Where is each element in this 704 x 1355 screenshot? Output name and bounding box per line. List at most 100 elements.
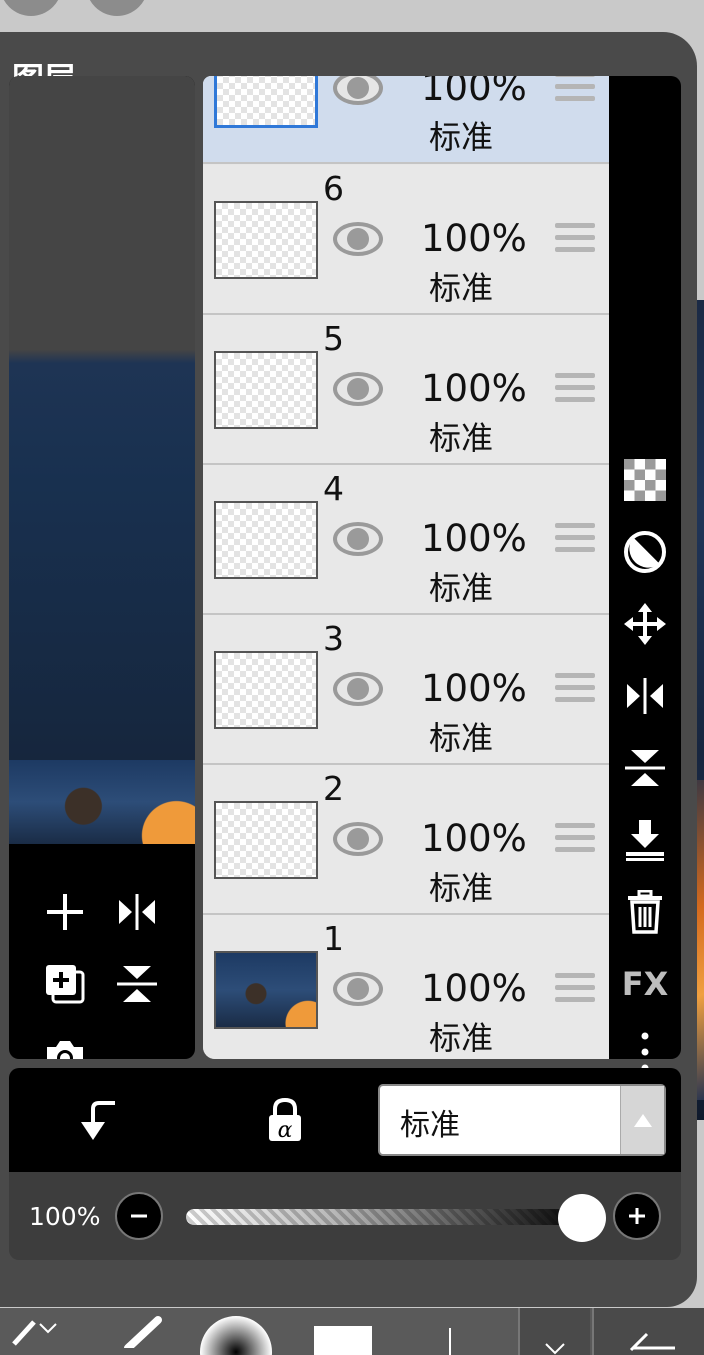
layer-opacity: 100% [421, 517, 527, 560]
collapse-button[interactable] [518, 1308, 590, 1355]
eye-icon[interactable] [331, 367, 385, 411]
svg-text:α: α [278, 1118, 293, 1143]
chevron-down-icon [545, 1343, 565, 1355]
flip-horizontal-button[interactable] [621, 672, 669, 720]
top-circle-left[interactable] [0, 0, 62, 16]
eye-icon[interactable] [331, 667, 385, 711]
eye-icon[interactable] [331, 517, 385, 561]
opacity-slider-track[interactable] [186, 1209, 586, 1225]
brush-size-button[interactable] [200, 1308, 272, 1355]
layer-number: 2 [323, 769, 344, 808]
flip-horizontal-layer-button[interactable] [113, 888, 161, 936]
no-entry-circle-icon [624, 531, 666, 573]
layer-thumbnail[interactable] [214, 651, 318, 729]
merge-down-icon [626, 820, 664, 861]
layer-row-1[interactable]: 1 100% 标准 [203, 915, 609, 1059]
layer-thumbnail[interactable] [214, 76, 318, 128]
layer-opacity: 100% [421, 76, 527, 109]
eye-icon[interactable] [331, 817, 385, 861]
layer-row-4[interactable]: 4 100% 标准 [203, 465, 609, 615]
fx-button[interactable]: FX [621, 960, 669, 1008]
opacity-decrease-button[interactable] [115, 1192, 163, 1240]
layer-thumbnail[interactable] [214, 201, 318, 279]
brush-tool-button[interactable] [110, 1308, 176, 1355]
checkerboard-icon [624, 459, 666, 501]
eye-icon[interactable] [331, 76, 385, 110]
blend-dropdown-arrow[interactable] [620, 1086, 664, 1154]
flip-vertical-layer-button[interactable] [113, 960, 161, 1008]
layer-thumbnail[interactable] [214, 351, 318, 429]
drag-handle-icon[interactable] [555, 673, 595, 709]
brush-icon [124, 1316, 162, 1348]
eye-icon[interactable] [331, 967, 385, 1011]
delete-layer-button[interactable] [621, 888, 669, 936]
opacity-increase-button[interactable] [613, 1192, 661, 1240]
tool-select-button[interactable] [0, 1308, 66, 1355]
layer-button[interactable] [430, 1308, 470, 1355]
drag-handle-icon[interactable] [555, 373, 595, 409]
minus-icon [131, 1214, 147, 1218]
layer-row-6[interactable]: 6 100% 标准 [203, 165, 609, 315]
merge-down-button[interactable] [621, 816, 669, 864]
color-button[interactable] [314, 1308, 372, 1355]
clip-arrow-icon [81, 1101, 115, 1140]
layer-row-7[interactable]: 100% 标准 [203, 76, 609, 164]
duplicate-layer-button[interactable] [41, 960, 89, 1008]
layer-number: 5 [323, 319, 344, 358]
layer-opacity: 100% [421, 667, 527, 710]
drag-handle-icon[interactable] [555, 223, 595, 259]
layer-thumbnail[interactable] [214, 801, 318, 879]
layer-opacity: 100% [421, 967, 527, 1010]
import-photo-button[interactable] [41, 1032, 89, 1059]
eye-icon[interactable] [331, 217, 385, 261]
layer-blend-mode: 标准 [429, 869, 494, 907]
layer-row-5[interactable]: 5 100% 标准 [203, 315, 609, 465]
blend-mode-select[interactable]: 标准 [378, 1084, 666, 1156]
layer-list[interactable]: 100% 标准 6 100% 标准 5 100% 标准 4 100% 标准 3 … [203, 76, 609, 1059]
clear-layer-button[interactable] [621, 528, 669, 576]
layer-opacity: 100% [421, 217, 527, 260]
layer-thumbnail[interactable] [214, 501, 318, 579]
opacity-label: 100% [29, 1202, 101, 1231]
layer-number: 6 [323, 169, 344, 208]
top-circle-right[interactable] [86, 0, 148, 16]
layer-blend-mode: 标准 [429, 419, 494, 457]
layer-opacity: 100% [421, 367, 527, 410]
layer-row-2[interactable]: 2 100% 标准 [203, 765, 609, 915]
flip-horizontal-icon [119, 894, 155, 930]
back-arrow-icon [629, 1332, 675, 1352]
trash-icon [628, 890, 662, 934]
layer-blend-mode: 标准 [429, 719, 494, 757]
transparency-button[interactable] [621, 456, 669, 504]
clipping-button[interactable] [75, 1096, 123, 1144]
flip-vertical-button[interactable] [621, 744, 669, 792]
layer-blend-mode: 标准 [429, 269, 494, 307]
layer-number: 4 [323, 469, 344, 508]
left-empty-area [9, 76, 195, 760]
canvas-preview-thumbnail [9, 760, 195, 844]
back-button[interactable] [592, 1308, 704, 1355]
layer-number: 1 [323, 919, 344, 958]
flip-horizontal-icon [627, 678, 663, 714]
layer-divider-icon [449, 1328, 451, 1355]
drag-handle-icon[interactable] [555, 76, 595, 108]
triangle-up-icon [633, 1114, 652, 1127]
add-layer-button[interactable] [41, 888, 89, 936]
opacity-bar: 100% [9, 1172, 681, 1260]
lock-alpha-icon: α [269, 1097, 301, 1143]
alpha-lock-button[interactable]: α [261, 1096, 309, 1144]
current-color-swatch [314, 1326, 372, 1355]
main-toolbar [0, 1308, 704, 1355]
flip-vertical-icon [117, 966, 157, 1002]
opacity-slider-knob[interactable] [558, 1194, 606, 1242]
plus-icon [629, 1208, 645, 1224]
camera-icon [47, 1041, 83, 1059]
brush-select-icon [12, 1320, 57, 1346]
move-layer-button[interactable] [621, 600, 669, 648]
layer-thumbnail[interactable] [214, 951, 318, 1029]
layer-row-3[interactable]: 3 100% 标准 [203, 615, 609, 765]
drag-handle-icon[interactable] [555, 823, 595, 859]
layer-tools-strip: FX [609, 76, 681, 1072]
drag-handle-icon[interactable] [555, 973, 595, 1009]
drag-handle-icon[interactable] [555, 523, 595, 559]
